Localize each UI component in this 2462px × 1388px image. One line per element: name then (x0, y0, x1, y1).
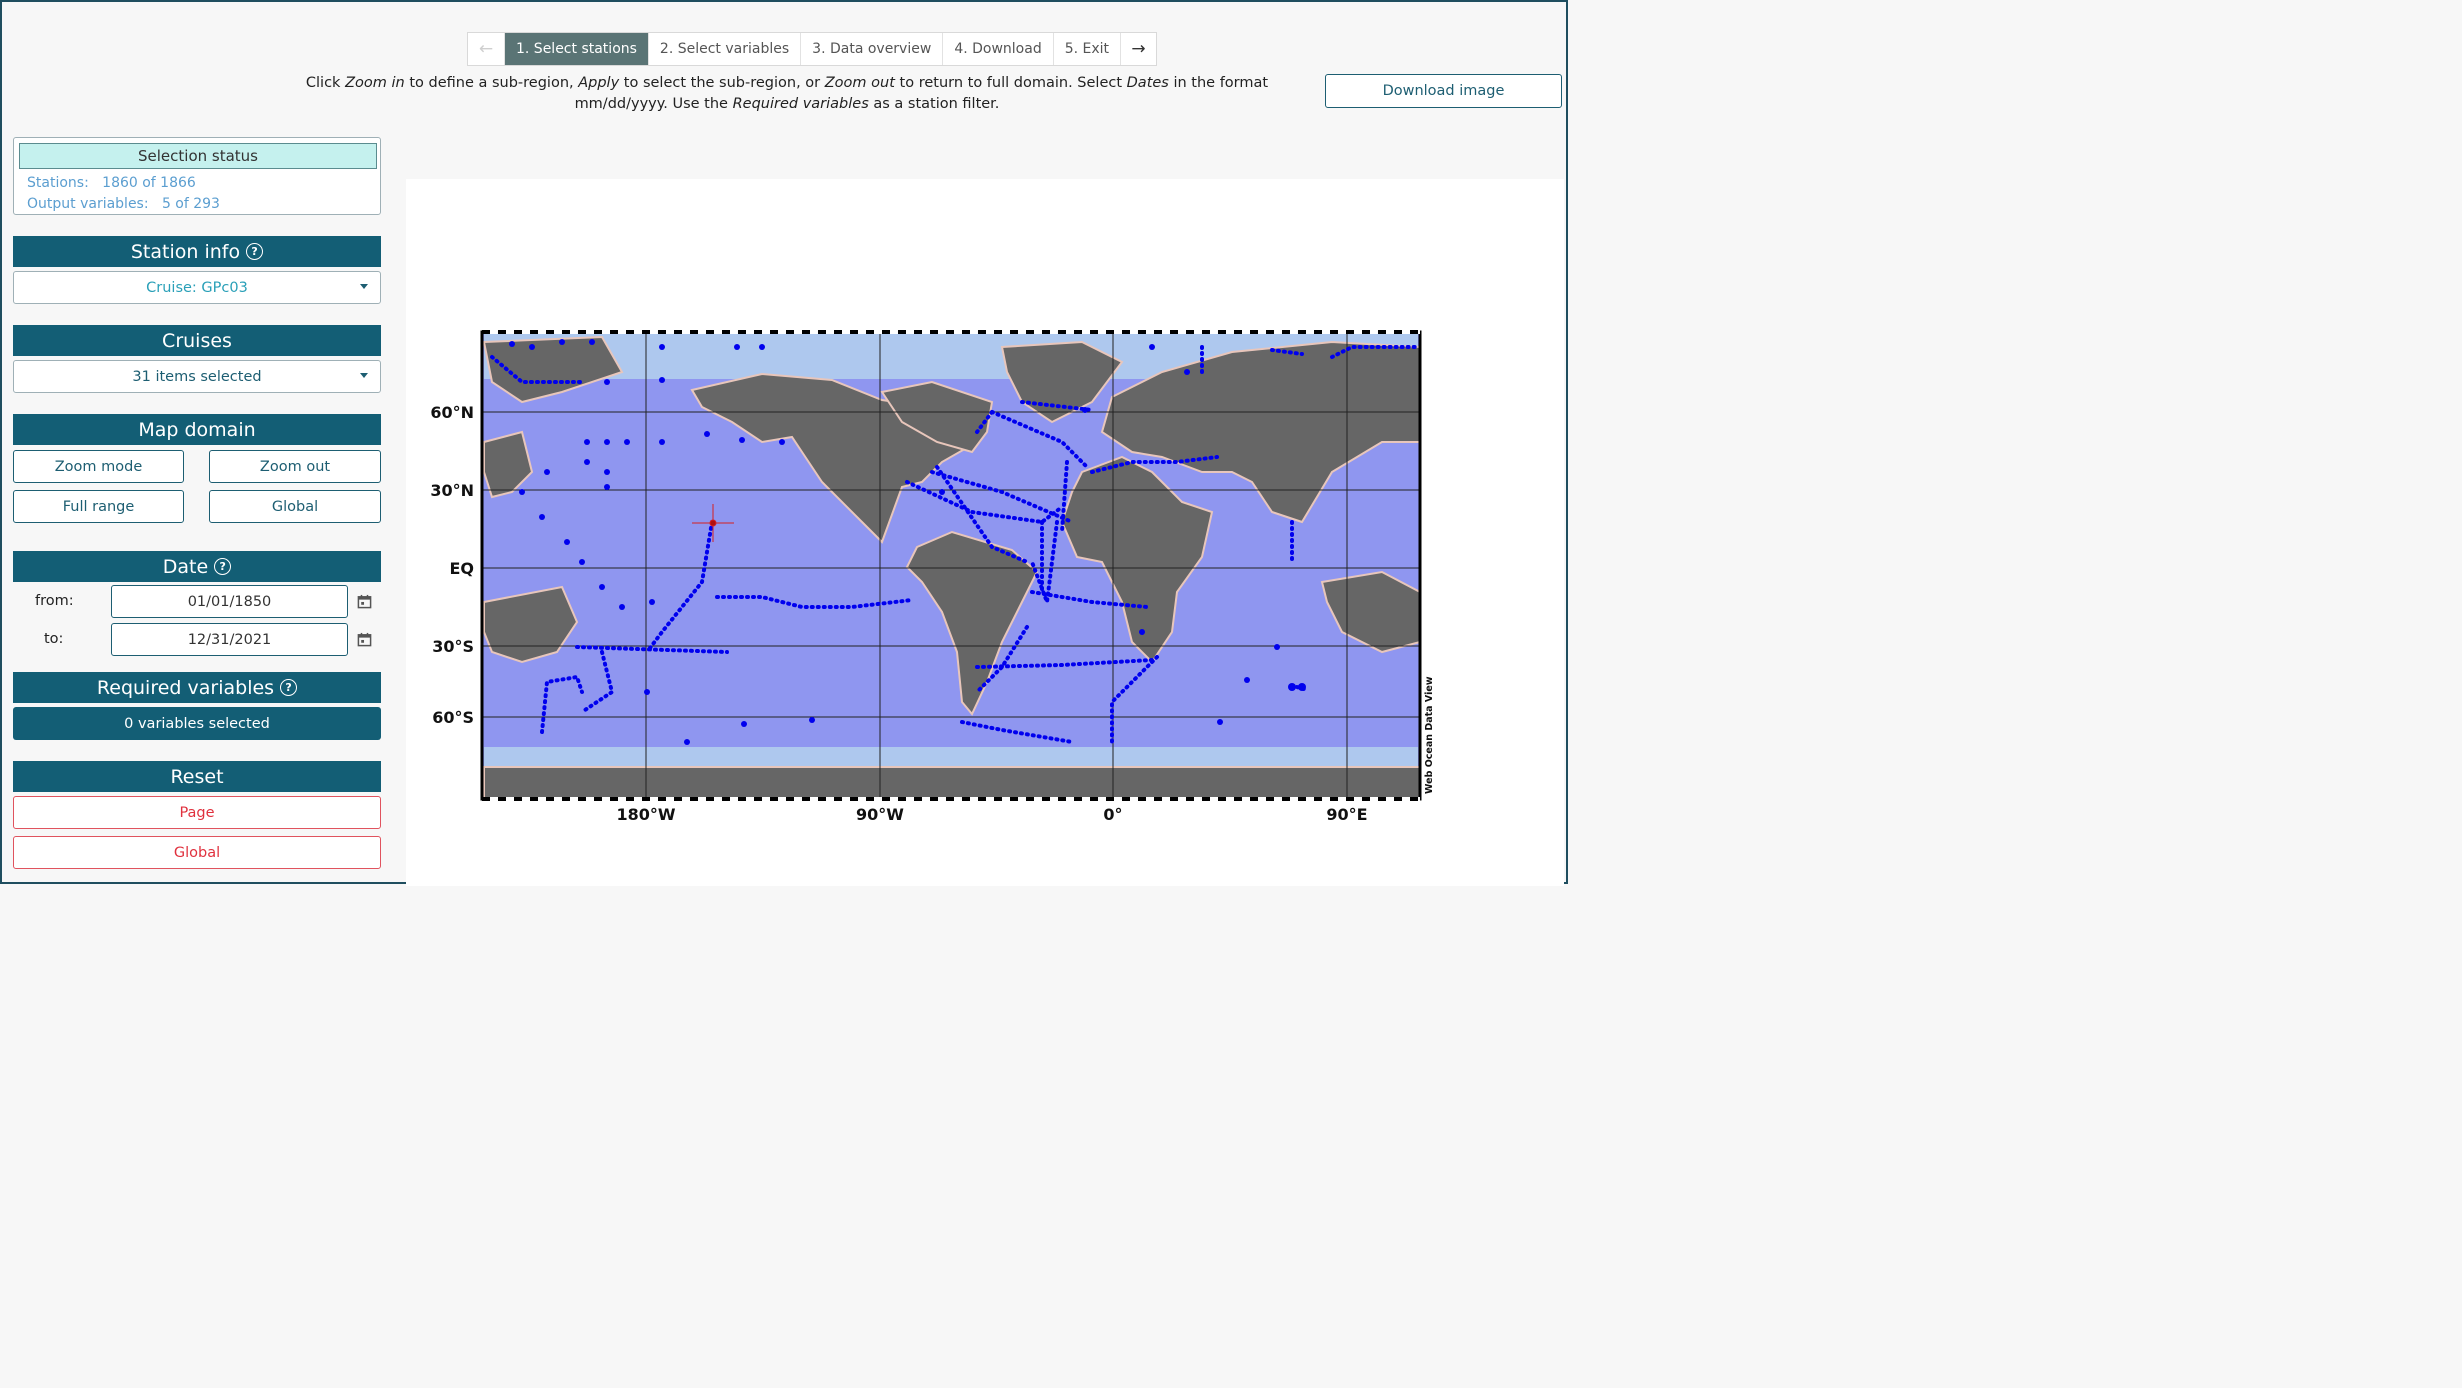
map-frame-ticks-bottom (482, 797, 1420, 801)
lon-labels: 180°W 90°W 0° 90°E (616, 805, 1367, 824)
lat-labels: 60°N 30°N EQ 30°S 60°S (430, 403, 474, 727)
map-watermark: Web Ocean Data View (1424, 676, 1435, 794)
lat-label: 30°N (430, 481, 474, 500)
lat-label: 60°N (430, 403, 474, 422)
lon-label: 90°E (1326, 805, 1367, 824)
lat-label: 60°S (432, 708, 474, 727)
lat-label: 30°S (432, 637, 474, 656)
lon-label: 90°W (856, 805, 904, 824)
lat-label: EQ (449, 559, 474, 578)
station-map[interactable]: 60°N 30°N EQ 30°S 60°S 180°W 90°W 0° 90°… (2, 2, 1566, 882)
lon-label: 180°W (616, 805, 675, 824)
lon-label: 0° (1103, 805, 1122, 824)
map-frame-ticks-top (482, 330, 1420, 334)
